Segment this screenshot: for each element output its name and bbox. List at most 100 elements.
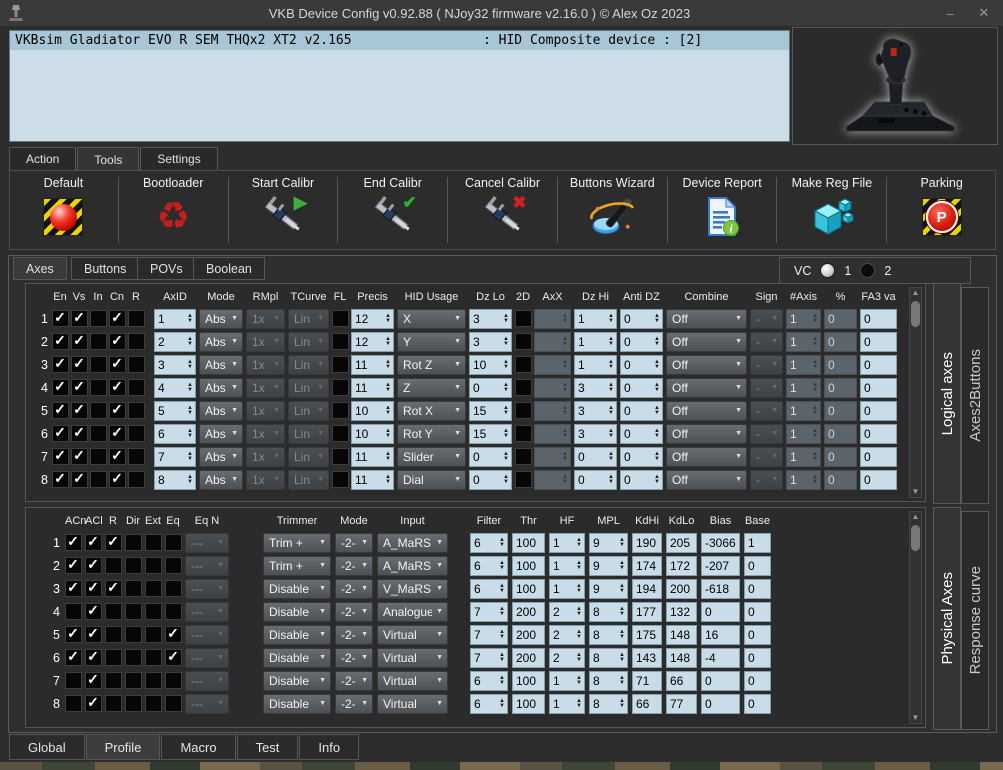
mode-dropdown[interactable]: -2- ▼ xyxy=(335,647,373,668)
fl-checkbox[interactable] xyxy=(331,333,349,350)
spinner-arrows[interactable]: ▲ ▼ xyxy=(574,652,584,663)
spinner-arrows[interactable]: ▲ ▼ xyxy=(810,451,820,462)
spinner-arrows[interactable]: ▲ ▼ xyxy=(497,675,507,686)
r-checkbox[interactable] xyxy=(127,448,145,465)
eq-n-dropdown[interactable]: --- ▼ xyxy=(185,532,229,553)
fl-checkbox[interactable] xyxy=(331,402,349,419)
tab-boolean[interactable]: Boolean xyxy=(193,257,265,280)
acl-checkbox[interactable]: ✓ xyxy=(84,695,102,712)
kdlo-field[interactable]: 148 xyxy=(666,624,697,645)
rmpl-dropdown[interactable]: 1x ▼ xyxy=(246,400,285,421)
spinner-arrows[interactable]: ▲ ▼ xyxy=(606,336,616,347)
sign-dropdown[interactable]: - ▼ xyxy=(750,423,783,444)
hf-spinner[interactable]: 1 ▲ ▼ xyxy=(549,670,585,691)
num-axis-spinner[interactable]: 1 ▲ ▼ xyxy=(786,446,821,467)
kdlo-field[interactable]: 77 xyxy=(666,693,697,714)
fa3-value-field[interactable]: 0 xyxy=(860,400,897,421)
close-button[interactable]: ✕ xyxy=(969,3,999,23)
precision-spinner[interactable]: 11 ▲ ▼ xyxy=(351,469,394,490)
num-axis-spinner[interactable]: 1 ▲ ▼ xyxy=(786,400,821,421)
spinner-arrows[interactable]: ▲ ▼ xyxy=(652,451,662,462)
anti-deadzone-spinner[interactable]: 0 ▲ ▼ xyxy=(620,354,663,375)
tcurve-dropdown[interactable]: Lin ▼ xyxy=(288,354,329,375)
spinner-arrows[interactable]: ▲ ▼ xyxy=(560,428,570,439)
fl-checkbox[interactable] xyxy=(331,310,349,327)
tcurve-dropdown[interactable]: Lin ▼ xyxy=(288,469,329,490)
input-dropdown[interactable]: A_MaRS ▼ xyxy=(377,532,448,553)
spinner-arrows[interactable]: ▲ ▼ xyxy=(606,382,616,393)
trimmer-dropdown[interactable]: Disable ▼ xyxy=(263,578,331,599)
invert-checkbox[interactable] xyxy=(89,402,107,419)
tab-global[interactable]: Global xyxy=(9,734,85,760)
rmpl-dropdown[interactable]: 1x ▼ xyxy=(246,331,285,352)
deadzone-high-spinner[interactable]: 3 ▲ ▼ xyxy=(574,423,617,444)
axid-spinner[interactable]: 4 ▲ ▼ xyxy=(154,377,196,398)
acn-checkbox[interactable]: ✓ xyxy=(64,534,82,551)
spinner-arrows[interactable]: ▲ ▼ xyxy=(652,405,662,416)
equalizer-checkbox[interactable]: ✓ xyxy=(164,626,182,643)
input-dropdown[interactable]: Virtual ▼ xyxy=(377,670,448,691)
filter-spinner[interactable]: 6 ▲ ▼ xyxy=(470,693,508,714)
spinner-arrows[interactable]: ▲ ▼ xyxy=(560,405,570,416)
scroll-up-icon[interactable]: ▲ xyxy=(912,512,920,522)
spinner-arrows[interactable]: ▲ ▼ xyxy=(185,451,195,462)
num-axis-spinner[interactable]: 1 ▲ ▼ xyxy=(786,308,821,329)
eq-n-dropdown[interactable]: --- ▼ xyxy=(185,578,229,599)
spinner-arrows[interactable]: ▲ ▼ xyxy=(810,359,820,370)
visible-checkbox[interactable]: ✓ xyxy=(70,310,88,327)
2d-checkbox[interactable] xyxy=(514,356,532,373)
mpl-spinner[interactable]: 8 ▲ ▼ xyxy=(589,693,628,714)
base-field[interactable]: 0 xyxy=(744,647,771,668)
hid-usage-dropdown[interactable]: Y ▼ xyxy=(397,331,466,352)
combine-dropdown[interactable]: Off ▼ xyxy=(666,308,747,329)
fa3-value-field[interactable]: 0 xyxy=(860,331,897,352)
threshold-field[interactable]: 200 xyxy=(512,601,545,622)
ext-checkbox[interactable] xyxy=(144,672,162,689)
mode-dropdown[interactable]: Abs ▼ xyxy=(199,400,243,421)
rmpl-dropdown[interactable]: 1x ▼ xyxy=(246,469,285,490)
axid-spinner[interactable]: 8 ▲ ▼ xyxy=(154,469,196,490)
axx-spinner[interactable]: ▲ ▼ xyxy=(534,354,571,375)
center-checkbox[interactable]: ✓ xyxy=(108,310,126,327)
spinner-arrows[interactable]: ▲ ▼ xyxy=(652,313,662,324)
deadzone-low-spinner[interactable]: 15 ▲ ▼ xyxy=(469,423,512,444)
center-checkbox[interactable]: ✓ xyxy=(108,471,126,488)
sign-dropdown[interactable]: - ▼ xyxy=(750,377,783,398)
rmpl-dropdown[interactable]: 1x ▼ xyxy=(246,354,285,375)
ext-checkbox[interactable] xyxy=(144,580,162,597)
spinner-arrows[interactable]: ▲ ▼ xyxy=(383,451,393,462)
2d-checkbox[interactable] xyxy=(514,471,532,488)
threshold-field[interactable]: 100 xyxy=(512,578,545,599)
spinner-arrows[interactable]: ▲ ▼ xyxy=(617,629,627,640)
num-axis-spinner[interactable]: 1 ▲ ▼ xyxy=(786,354,821,375)
vc-radio-1[interactable] xyxy=(820,263,836,278)
eq-n-dropdown[interactable]: --- ▼ xyxy=(185,670,229,691)
precision-spinner[interactable]: 12 ▲ ▼ xyxy=(351,308,394,329)
input-dropdown[interactable]: Analogue ▼ xyxy=(377,601,448,622)
equalizer-checkbox[interactable] xyxy=(164,672,182,689)
deadzone-high-spinner[interactable]: 1 ▲ ▼ xyxy=(574,308,617,329)
tab-povs[interactable]: POVs xyxy=(137,257,196,280)
device-report-button[interactable]: Device Report i xyxy=(669,171,776,249)
spinner-arrows[interactable]: ▲ ▼ xyxy=(497,537,507,548)
tcurve-dropdown[interactable]: Lin ▼ xyxy=(288,400,329,421)
r-checkbox[interactable] xyxy=(104,603,122,620)
anti-deadzone-spinner[interactable]: 0 ▲ ▼ xyxy=(620,400,663,421)
mode-dropdown[interactable]: Abs ▼ xyxy=(199,308,243,329)
tcurve-dropdown[interactable]: Lin ▼ xyxy=(288,423,329,444)
parking-button[interactable]: Parking P xyxy=(888,171,995,249)
spinner-arrows[interactable]: ▲ ▼ xyxy=(185,474,195,485)
kdhi-field[interactable]: 175 xyxy=(632,624,662,645)
filter-spinner[interactable]: 6 ▲ ▼ xyxy=(470,670,508,691)
tab-test[interactable]: Test xyxy=(236,734,299,760)
r-checkbox[interactable] xyxy=(127,402,145,419)
acn-checkbox[interactable] xyxy=(64,603,82,620)
axid-spinner[interactable]: 7 ▲ ▼ xyxy=(154,446,196,467)
trimmer-dropdown[interactable]: Disable ▼ xyxy=(263,670,331,691)
dir-checkbox[interactable] xyxy=(124,534,142,551)
spinner-arrows[interactable]: ▲ ▼ xyxy=(560,382,570,393)
spinner-arrows[interactable]: ▲ ▼ xyxy=(185,359,195,370)
spinner-arrows[interactable]: ▲ ▼ xyxy=(810,428,820,439)
sign-dropdown[interactable]: - ▼ xyxy=(750,331,783,352)
visible-checkbox[interactable]: ✓ xyxy=(70,356,88,373)
